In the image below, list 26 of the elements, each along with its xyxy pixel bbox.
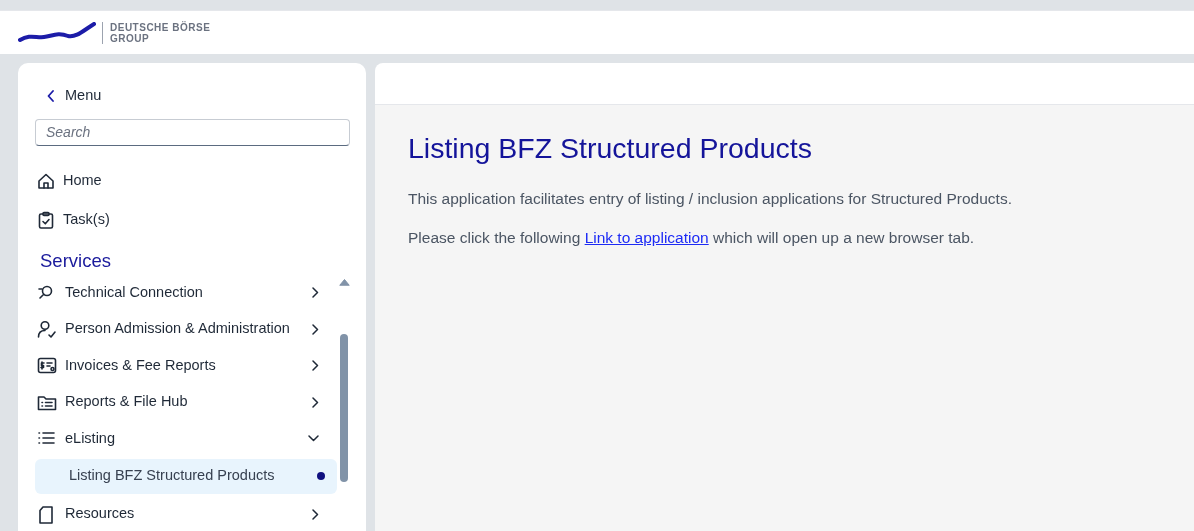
service-item[interactable]: Invoices & Fee Reports	[35, 347, 337, 384]
search-field[interactable]: Search	[35, 118, 350, 146]
chevron-left-icon	[47, 89, 55, 102]
logo-icon	[18, 21, 96, 44]
clipboard-check-icon	[37, 211, 55, 230]
section-heading: Services	[39, 251, 112, 271]
selected-dot	[317, 472, 325, 481]
person-check-icon	[37, 319, 57, 339]
service-item[interactable]: Resources	[35, 495, 337, 531]
invoice-icon	[37, 356, 57, 375]
service-item[interactable]: Technical Connection	[35, 274, 337, 311]
scrollbar-thumb[interactable]	[340, 334, 348, 483]
application-link[interactable]: Link to application	[584, 229, 709, 247]
nav-item[interactable]: Task(s)	[35, 200, 350, 240]
nav-item[interactable]: Home	[35, 161, 350, 201]
logo-text: DEUTSCHE BÖRSE GROUP	[102, 21, 211, 44]
paragraph: This application facilitates entry of listing / inclusion applications for Structured Products.	[408, 189, 1013, 210]
home-icon	[37, 172, 55, 191]
service-item[interactable]: eListing	[35, 420, 337, 457]
service-item[interactable]: Reports & File Hub	[35, 383, 337, 421]
scroll-up-icon[interactable]	[339, 278, 350, 287]
submenu-item[interactable]: Listing BFZ Structured Products	[35, 458, 337, 494]
page-title: Listing BFZ Structured Products	[408, 131, 813, 166]
back-link[interactable]: Menu	[35, 85, 350, 107]
paragraph: Please click the following Link to application which will open up a new browser tab.	[408, 228, 976, 249]
service-item[interactable]: Person Admission & Administration	[35, 310, 337, 348]
